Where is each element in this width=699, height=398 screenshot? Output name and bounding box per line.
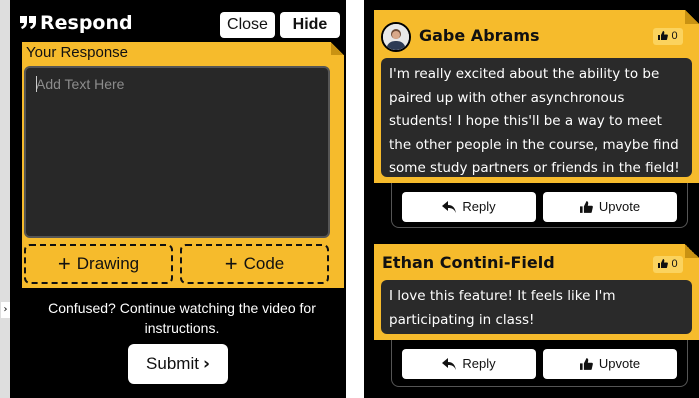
reply-label: Reply bbox=[462, 199, 496, 214]
comment-body: I love this feature! It feels like I'm p… bbox=[381, 280, 692, 334]
add-drawing-label: Drawing bbox=[76, 254, 140, 273]
folded-corner bbox=[685, 244, 699, 258]
response-box: Your Response + Drawing + Code bbox=[22, 42, 344, 288]
plus-icon: + bbox=[224, 251, 238, 276]
avatar bbox=[381, 22, 411, 52]
add-code-button[interactable]: + Code bbox=[180, 244, 329, 284]
avatar-image bbox=[383, 24, 409, 50]
comment-actions: Reply Upvote bbox=[391, 183, 688, 228]
close-button[interactable]: Close bbox=[220, 12, 275, 38]
upvote-button[interactable]: Upvote bbox=[543, 349, 677, 379]
upvote-button[interactable]: Upvote bbox=[543, 192, 677, 222]
submit-button[interactable]: Submit › bbox=[128, 344, 228, 384]
comment-body: I'm really excited about the ability to … bbox=[381, 58, 692, 177]
folded-corner bbox=[331, 42, 344, 55]
reply-arrow-icon bbox=[442, 201, 457, 213]
submit-label: Submit bbox=[146, 354, 199, 373]
comment-actions: Reply Upvote bbox=[391, 340, 688, 387]
reply-arrow-icon bbox=[442, 358, 457, 370]
response-textarea[interactable] bbox=[24, 66, 330, 238]
upvote-count-badge: 0 bbox=[653, 28, 683, 45]
plus-icon: + bbox=[57, 251, 71, 276]
reply-button[interactable]: Reply bbox=[402, 192, 536, 222]
response-label: Your Response bbox=[26, 44, 129, 61]
expand-chevron-icon[interactable]: › bbox=[1, 302, 10, 318]
respond-header: Respond Close Hide bbox=[10, 8, 346, 40]
respond-title: Respond bbox=[40, 12, 133, 34]
upvote-count: 0 bbox=[671, 258, 678, 270]
comment-card: Gabe Abrams 0 I'm really excited about t… bbox=[374, 10, 699, 183]
comment-author: Gabe Abrams bbox=[419, 26, 540, 45]
comments-panel: Gabe Abrams 0 I'm really excited about t… bbox=[364, 0, 699, 398]
chevron-right-icon: › bbox=[202, 354, 210, 374]
reply-button[interactable]: Reply bbox=[402, 349, 536, 379]
upvote-label: Upvote bbox=[598, 199, 641, 214]
folded-corner bbox=[685, 10, 699, 24]
upvote-count-badge: 0 bbox=[653, 256, 683, 273]
upvote-label: Upvote bbox=[598, 356, 641, 371]
instructions-text: Confused? Continue watching the video fo… bbox=[48, 300, 316, 336]
thumbs-up-icon bbox=[579, 358, 593, 370]
reply-label: Reply bbox=[462, 356, 496, 371]
add-code-label: Code bbox=[243, 254, 285, 273]
upvote-count: 0 bbox=[671, 30, 678, 42]
thumbs-up-icon bbox=[658, 31, 669, 40]
respond-panel: Respond Close Hide Your Response + Drawin… bbox=[10, 0, 346, 398]
add-drawing-button[interactable]: + Drawing bbox=[24, 244, 173, 284]
thumbs-up-icon bbox=[658, 259, 669, 268]
quote-icon bbox=[20, 16, 36, 29]
hide-button[interactable]: Hide bbox=[280, 12, 340, 38]
thumbs-up-icon bbox=[579, 201, 593, 213]
left-edge-strip: › bbox=[0, 0, 10, 398]
comment-author: Ethan Contini-Field bbox=[382, 253, 555, 272]
comment-card: Ethan Contini-Field 0 I love this featur… bbox=[374, 244, 699, 340]
text-caret bbox=[36, 76, 37, 92]
